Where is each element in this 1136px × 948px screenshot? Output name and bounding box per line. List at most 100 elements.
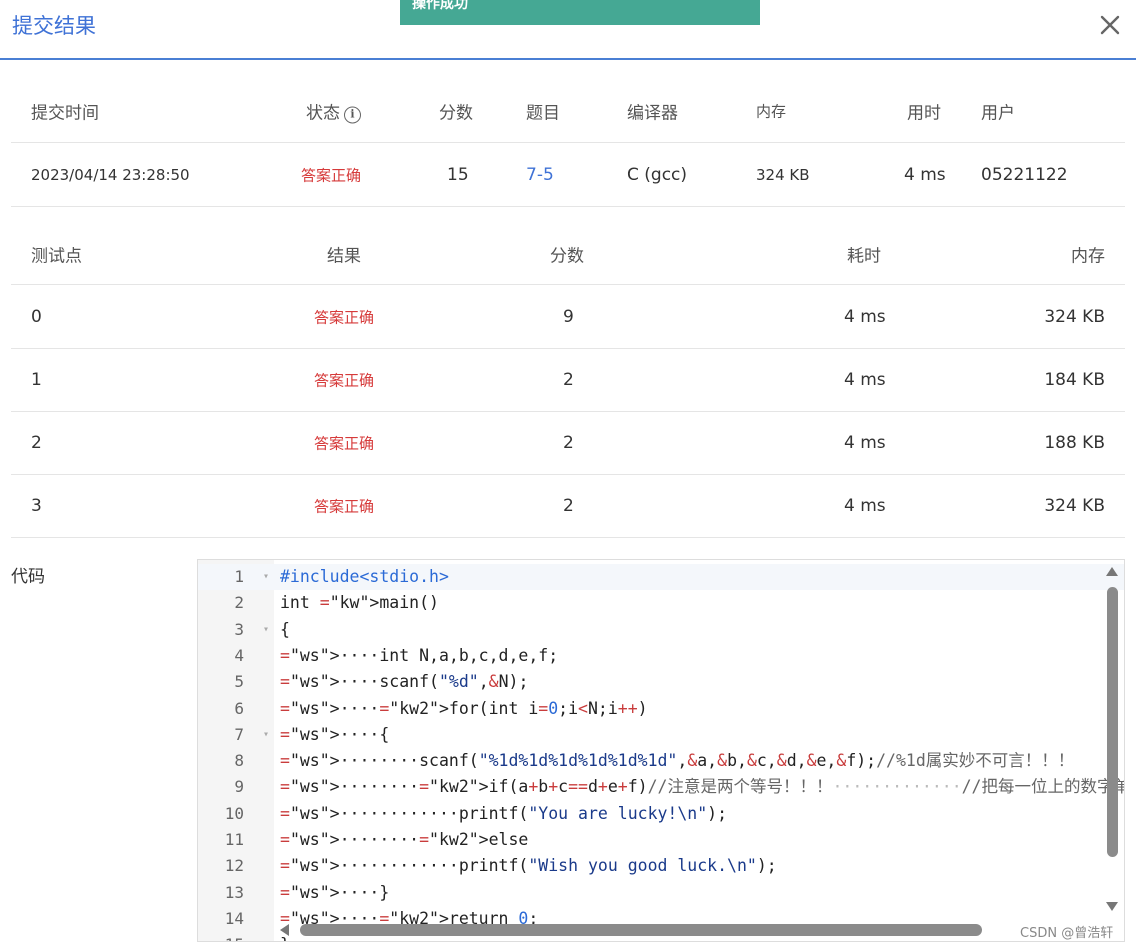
code-text: ="ws">············printf("Wish you good … [280, 856, 777, 876]
header-problem: 题目 [526, 103, 560, 124]
test-score: 9 [563, 307, 574, 327]
vertical-scrollbar[interactable] [1107, 587, 1118, 857]
header-test-result: 结果 [327, 246, 361, 266]
watermark: CSDN @曾浩轩 [1020, 926, 1114, 941]
scroll-left-icon[interactable] [280, 924, 289, 936]
code-line[interactable]: 12 ="ws">············printf("Wish you goo… [198, 853, 1124, 879]
scroll-down-icon[interactable] [1106, 902, 1118, 911]
line-number: 11 [224, 830, 244, 849]
test-id: 2 [31, 433, 42, 453]
header-compiler: 编译器 [627, 103, 678, 124]
line-number: 10 [224, 803, 244, 823]
problem-link[interactable]: 7-5 [526, 165, 554, 185]
header-status-label: 状态 [306, 103, 340, 124]
code-text: int ="kw">main() [280, 593, 439, 613]
code-editor[interactable]: 1 ▾ #include<stdio.h> 2 int ="kw">main() 3 ▾ {4… [197, 559, 1125, 942]
summary-header-row: 提交时间 状态 i 分数 题目 编译器 内存 用时 用户 [11, 80, 1125, 143]
user-value: 05221122 [981, 164, 1068, 185]
test-id: 0 [31, 307, 42, 327]
header-score: 分数 [439, 103, 473, 124]
status-value: 答案正确 [301, 166, 362, 184]
fold-icon[interactable]: ▾ [263, 564, 269, 590]
line-number: 2 [234, 593, 244, 613]
success-toast: 操作成功 [400, 0, 760, 25]
tests-header-row: 测试点 结果 分数 耗时 内存 [11, 223, 1125, 285]
test-result: 答案正确 [314, 371, 375, 390]
line-number: 13 [224, 882, 244, 902]
compiler-value: C (gcc) [627, 164, 688, 185]
test-time: 4 ms [844, 370, 886, 390]
code-text: ="ws">············printf("You are lucky!… [280, 803, 728, 823]
test-time: 4 ms [844, 433, 886, 453]
header-memory: 内存 [756, 102, 787, 121]
fold-icon[interactable]: ▾ [263, 722, 269, 748]
code-line[interactable]: 1 ▾ #include<stdio.h> [198, 564, 1124, 591]
line-number: 6 [234, 698, 244, 718]
code-text: ="ws">····int N,a,b,c,d,e,f; [280, 645, 559, 665]
code-line[interactable]: 13 ="ws">····} [198, 880, 1124, 906]
table-row: 0 答案正确 9 4 ms 324 KB [11, 286, 1125, 349]
info-icon[interactable]: i [344, 106, 361, 124]
duration-value: 4 ms [904, 164, 946, 185]
header-time: 提交时间 [31, 103, 99, 124]
table-row: 3 答案正确 2 4 ms 324 KB [11, 475, 1125, 538]
line-number: 8 [234, 751, 244, 771]
header-user: 用户 [981, 103, 1015, 124]
code-text: ="ws">········="kw2">else [280, 830, 529, 849]
line-number: 14 [224, 908, 244, 928]
submit-time: 2023/04/14 23:28:50 [31, 165, 190, 184]
header-status: 状态 i [306, 99, 361, 124]
test-score: 2 [563, 496, 574, 516]
header-duration: 用时 [907, 103, 941, 124]
code-text: ="ws">····="kw2">for(int i=0;i<N;i++) [280, 698, 648, 718]
test-time: 4 ms [844, 307, 886, 327]
horizontal-scrollbar[interactable] [300, 924, 982, 936]
code-text: #include<stdio.h> [280, 567, 449, 586]
code-text: ="ws">····{ [280, 724, 390, 744]
header-test-time: 耗时 [847, 246, 881, 266]
code-line[interactable]: 7 ▾ ="ws">····{ [198, 722, 1124, 748]
code-text: ="ws">········scanf("%1d%1d%1d%1d%1d%1d"… [280, 751, 1075, 771]
memory-value: 324 KB [756, 165, 810, 184]
line-number: 3 [234, 619, 244, 639]
line-number: 9 [234, 777, 244, 797]
test-result: 答案正确 [314, 434, 375, 453]
test-id: 3 [31, 496, 42, 516]
line-number: 1 [234, 567, 244, 586]
scroll-up-icon[interactable] [1106, 567, 1118, 576]
test-result: 答案正确 [314, 308, 375, 327]
code-text: ="ws">····scanf("%d",&N); [280, 672, 529, 692]
test-memory: 324 KB [1044, 496, 1105, 516]
test-score: 2 [563, 433, 574, 453]
code-line[interactable]: 6 ="ws">····="kw2">for(int i=0;i<N;i++) [198, 696, 1124, 722]
line-number: 7 [234, 724, 244, 744]
header-test-memory: 内存 [1071, 246, 1105, 266]
code-line[interactable]: 2 int ="kw">main() [198, 590, 1124, 616]
code-text: ="ws">········="kw2">if(a+b+c==d+e+f)//注… [280, 777, 1124, 797]
score-value: 15 [447, 164, 469, 185]
code-text: ="ws">····} [280, 882, 390, 902]
test-memory: 184 KB [1044, 370, 1105, 390]
code-line[interactable]: 4 ="ws">····int N,a,b,c,d,e,f; [198, 643, 1124, 669]
code-line[interactable]: 11 ="ws">········="kw2">else [198, 827, 1124, 853]
code-text: { [280, 619, 290, 639]
test-time: 4 ms [844, 496, 886, 516]
code-line[interactable]: 10 ="ws">············printf("You are luck… [198, 801, 1124, 827]
code-line[interactable]: 3 ▾ { [198, 617, 1124, 643]
line-number: 15 [198, 932, 244, 941]
test-result: 答案正确 [314, 497, 375, 516]
code-line[interactable]: 5 ="ws">····scanf("%d",&N); [198, 669, 1124, 695]
code-line[interactable]: 8 ="ws">········scanf("%1d%1d%1d%1d%1d%1d… [198, 748, 1124, 774]
test-id: 1 [31, 370, 42, 390]
close-icon[interactable] [1097, 12, 1123, 38]
header-test-id: 测试点 [31, 246, 82, 266]
table-row: 2 答案正确 2 4 ms 188 KB [11, 412, 1125, 475]
test-score: 2 [563, 370, 574, 390]
test-memory: 324 KB [1044, 307, 1105, 327]
code-label: 代码 [11, 567, 45, 587]
fold-icon[interactable]: ▾ [263, 617, 269, 643]
code-line[interactable]: 9 ="ws">········="kw2">if(a+b+c==d+e+f)//… [198, 774, 1124, 800]
dialog-title: 提交结果 [12, 14, 96, 38]
table-row: 1 答案正确 2 4 ms 184 KB [11, 349, 1125, 412]
test-memory: 188 KB [1044, 433, 1105, 453]
